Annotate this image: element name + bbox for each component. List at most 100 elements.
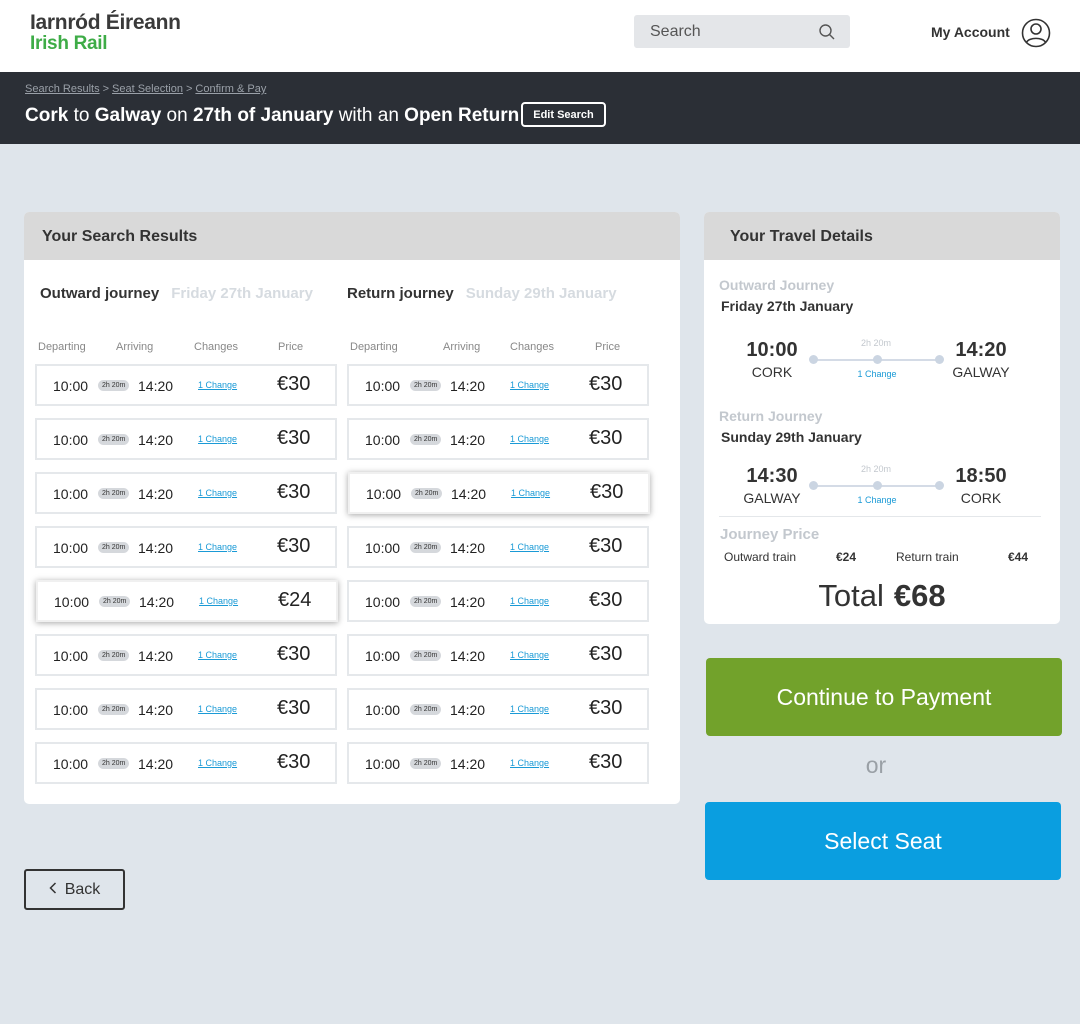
duration-badge: 2h 20m: [98, 704, 130, 715]
fare-price: €30: [277, 697, 311, 719]
departure-time: 10:00: [53, 540, 89, 556]
changes-link[interactable]: 1 Change: [510, 650, 549, 660]
user-icon[interactable]: [1021, 18, 1051, 53]
departure-time: 10:00: [53, 486, 89, 502]
journey-option-row[interactable]: 10:00 2h 20m 14:20 1 Change €30: [35, 634, 337, 676]
outward-train-label: Outward train: [724, 550, 797, 564]
return-journey-heading: Return journey Sunday 29th January: [347, 285, 617, 302]
departure-time: 10:00: [53, 432, 89, 448]
changes-link[interactable]: 1 Change: [198, 758, 237, 768]
changes-link[interactable]: 1 Change: [198, 650, 237, 660]
journey-option-row[interactable]: 10:00 2h 20m 14:20 1 Change €30: [35, 688, 337, 730]
changes-link[interactable]: 1 Change: [510, 434, 549, 444]
arrival-time: 14:20: [138, 432, 174, 448]
col-departing: Departing: [38, 341, 86, 353]
changes-link[interactable]: 1 Change: [510, 704, 549, 714]
journey-option-row[interactable]: 10:00 2h 20m 14:20 1 Change €24: [36, 580, 338, 622]
outward-changes[interactable]: 1 Change: [851, 369, 903, 379]
breadcrumb-search-results[interactable]: Search Results: [25, 83, 100, 95]
changes-link[interactable]: 1 Change: [198, 434, 237, 444]
travel-details-title: Your Travel Details: [704, 212, 1060, 260]
col-departing: Departing: [350, 341, 398, 353]
journey-option-row[interactable]: 10:00 2h 20m 14:20 1 Change €30: [35, 364, 337, 406]
journey-option-row[interactable]: 10:00 2h 20m 14:20 1 Change €30: [347, 526, 649, 568]
departure-time: 10:00: [365, 756, 401, 772]
changes-link[interactable]: 1 Change: [198, 380, 237, 390]
back-button[interactable]: Back: [24, 869, 125, 910]
return-dep-time: 14:30: [746, 465, 798, 487]
outward-journey-date: Friday 27th January: [171, 285, 313, 302]
logo-line-1: Iarnród Éireann: [30, 11, 181, 34]
duration-badge: 2h 20m: [98, 650, 130, 661]
journey-option-row[interactable]: 10:00 2h 20m 14:20 1 Change €30: [35, 418, 337, 460]
changes-link[interactable]: 1 Change: [199, 596, 238, 606]
changes-link[interactable]: 1 Change: [510, 758, 549, 768]
duration-badge: 2h 20m: [410, 758, 442, 769]
return-arr-station: CORK: [960, 490, 1002, 506]
route-ticket-type: Open Return: [404, 105, 520, 126]
arrival-time: 14:20: [450, 756, 486, 772]
journey-option-row[interactable]: 10:00 2h 20m 14:20 1 Change €30: [35, 742, 337, 784]
arrival-time: 14:20: [138, 648, 174, 664]
changes-link[interactable]: 1 Change: [510, 380, 549, 390]
total-label: Total: [818, 578, 884, 613]
fare-price: €30: [277, 373, 311, 395]
journey-price-label: Journey Price: [720, 526, 820, 543]
timeline-dot: [873, 481, 882, 490]
changes-link[interactable]: 1 Change: [198, 542, 237, 552]
fare-price: €30: [589, 697, 623, 719]
route-summary: Cork to Galway on 27th of January with a…: [25, 105, 519, 127]
edit-search-button[interactable]: Edit Search: [521, 102, 606, 127]
outward-dep-station: CORK: [751, 364, 793, 380]
duration-badge: 2h 20m: [98, 434, 130, 445]
journey-option-row[interactable]: 10:00 2h 20m 14:20 1 Change €30: [347, 580, 649, 622]
changes-link[interactable]: 1 Change: [198, 488, 237, 498]
breadcrumb-seat-selection[interactable]: Seat Selection: [112, 83, 183, 95]
return-journey-date: Sunday 29th January: [721, 429, 862, 445]
return-changes[interactable]: 1 Change: [851, 495, 903, 505]
journey-option-row[interactable]: 10:00 2h 20m 14:20 1 Change €30: [347, 418, 649, 460]
continue-to-payment-button[interactable]: Continue to Payment: [706, 658, 1062, 736]
departure-time: 10:00: [53, 702, 89, 718]
departure-time: 10:00: [53, 756, 89, 772]
col-price: Price: [595, 341, 621, 353]
fare-price: €30: [590, 481, 624, 503]
journey-option-row[interactable]: 10:00 2h 20m 14:20 1 Change €30: [348, 472, 650, 514]
changes-link[interactable]: 1 Change: [511, 488, 550, 498]
departure-time: 10:00: [365, 594, 401, 610]
fare-price: €30: [277, 481, 311, 503]
duration-badge: 2h 20m: [99, 596, 131, 607]
select-seat-button[interactable]: Select Seat: [705, 802, 1061, 880]
fare-price: €30: [277, 643, 311, 665]
journey-option-row[interactable]: 10:00 2h 20m 14:20 1 Change €30: [347, 364, 649, 406]
duration-badge: 2h 20m: [411, 488, 443, 499]
changes-link[interactable]: 1 Change: [510, 542, 549, 552]
col-arriving: Arriving: [116, 341, 154, 353]
breadcrumb-confirm-pay[interactable]: Confirm & Pay: [195, 83, 266, 95]
col-price: Price: [278, 341, 304, 353]
journey-option-row[interactable]: 10:00 2h 20m 14:20 1 Change €30: [35, 526, 337, 568]
col-arriving: Arriving: [443, 341, 481, 353]
chevron-left-icon: [49, 881, 57, 899]
departure-time: 10:00: [365, 378, 401, 394]
duration-badge: 2h 20m: [410, 542, 442, 553]
fare-price: €24: [278, 589, 312, 611]
journey-option-row[interactable]: 10:00 2h 20m 14:20 1 Change €30: [347, 688, 649, 730]
fare-price: €30: [589, 427, 623, 449]
fare-price: €30: [589, 751, 623, 773]
search-icon[interactable]: [818, 23, 836, 46]
journey-option-row[interactable]: 10:00 2h 20m 14:20 1 Change €30: [347, 634, 649, 676]
my-account-link[interactable]: My Account: [931, 24, 1010, 40]
search-results-title: Your Search Results: [24, 212, 680, 260]
search-input[interactable]: [634, 15, 814, 48]
journey-option-row[interactable]: 10:00 2h 20m 14:20 1 Change €30: [347, 742, 649, 784]
changes-link[interactable]: 1 Change: [510, 596, 549, 606]
journey-option-row[interactable]: 10:00 2h 20m 14:20 1 Change €30: [35, 472, 337, 514]
duration-badge: 2h 20m: [410, 434, 442, 445]
departure-time: 10:00: [365, 540, 401, 556]
outward-duration: 2h 20m: [860, 338, 892, 348]
changes-link[interactable]: 1 Change: [198, 704, 237, 714]
duration-badge: 2h 20m: [98, 488, 130, 499]
outward-arr-station: GALWAY: [952, 364, 1010, 380]
irish-rail-logo[interactable]: Iarnród Éireann Irish Rail: [30, 12, 181, 53]
